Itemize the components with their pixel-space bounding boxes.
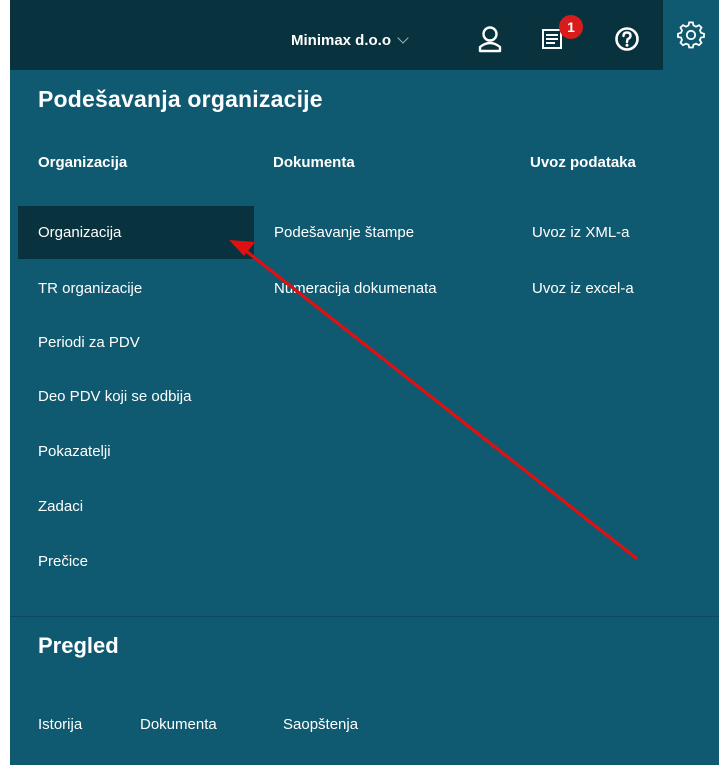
user-button[interactable]: [473, 22, 507, 56]
menu-item-organizacija[interactable]: Organizacija: [18, 206, 254, 259]
menu-item-podesavanje-stampe[interactable]: Podešavanje štampe: [274, 206, 414, 259]
pregled-item-istorija[interactable]: Istorija: [38, 716, 82, 733]
menu-item-deo-pdv[interactable]: Deo PDV koji se odbija: [38, 370, 191, 423]
pregled-title: Pregled: [38, 633, 119, 658]
column-heading-dokumenta: Dokumenta: [273, 154, 355, 171]
menu-title: Podešavanja organizacije: [38, 86, 323, 112]
menu-item-zadaci[interactable]: Zadaci: [38, 480, 83, 533]
menu-item-uvoz-iz-xml[interactable]: Uvoz iz XML-a: [532, 206, 630, 259]
menu-item-numeracija-dokumenata[interactable]: Numeracija dokumenata: [274, 262, 437, 315]
organization-switcher[interactable]: Minimax d.o.o: [291, 28, 409, 52]
settings-menu-panel: Minimax d.o.o 1 Podešavanja organizacije…: [10, 0, 719, 765]
pregled-item-dokumenta[interactable]: Dokumenta: [140, 716, 217, 733]
user-icon: [478, 26, 502, 53]
chevron-down-icon: [397, 31, 409, 44]
menu-item-periodi-za-pdv[interactable]: Periodi za PDV: [38, 316, 140, 369]
help-icon: [615, 27, 639, 51]
section-divider: [10, 616, 719, 617]
settings-icon: [677, 21, 705, 49]
notifications-button[interactable]: 1: [537, 15, 583, 56]
settings-button[interactable]: [663, 0, 719, 70]
column-heading-uvoz-podataka: Uvoz podataka: [530, 154, 636, 171]
menu-item-tr-organizacije[interactable]: TR organizacije: [38, 262, 142, 315]
organization-name: Minimax d.o.o: [291, 31, 392, 49]
pregled-item-saopstenja[interactable]: Saopštenja: [283, 716, 358, 733]
menu-item-uvoz-iz-excel[interactable]: Uvoz iz excel-a: [532, 262, 634, 315]
top-bar: Minimax d.o.o 1: [10, 0, 719, 70]
notification-badge: 1: [559, 15, 583, 39]
menu-item-precice[interactable]: Prečice: [38, 535, 88, 588]
help-button[interactable]: [610, 22, 644, 56]
column-heading-organizacija: Organizacija: [38, 154, 128, 171]
menu-item-pokazatelji[interactable]: Pokazatelji: [38, 425, 111, 478]
